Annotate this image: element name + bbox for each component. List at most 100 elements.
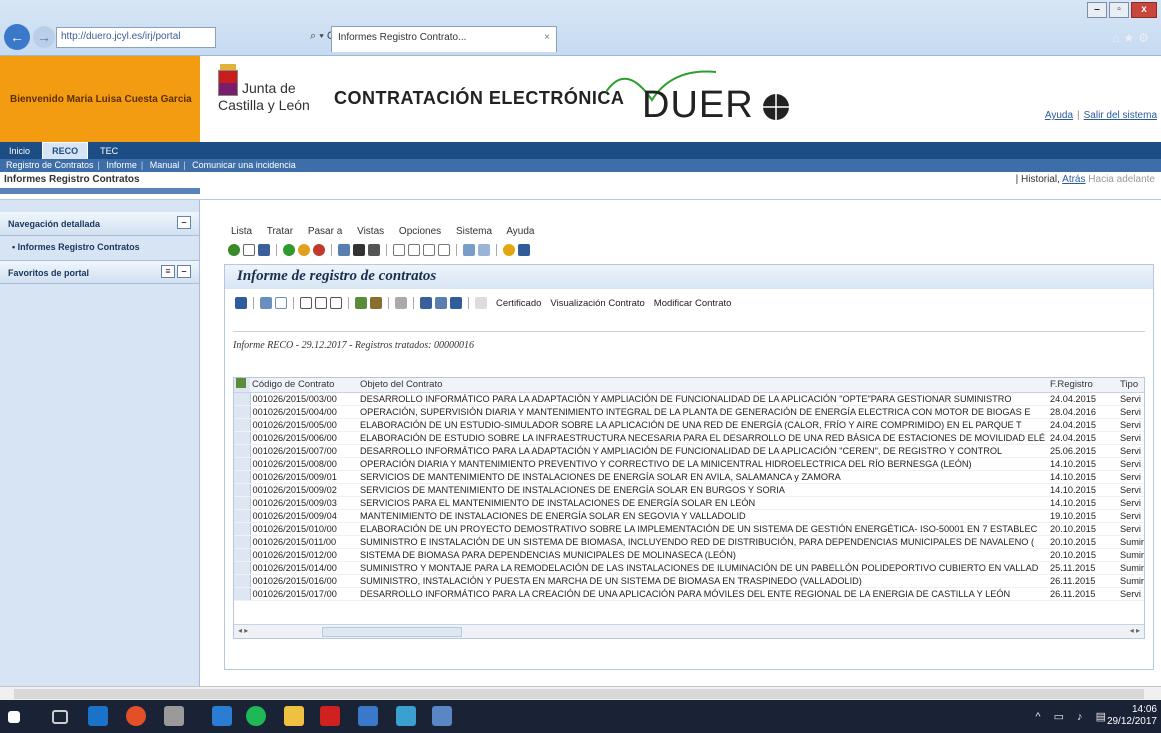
calculator-icon[interactable]	[164, 706, 184, 726]
last-page-icon[interactable]	[438, 244, 450, 256]
help-icon[interactable]	[503, 244, 515, 256]
modificar-button[interactable]: Modificar Contrato	[654, 298, 732, 309]
certificate-icon[interactable]	[475, 297, 487, 309]
col-codigo[interactable]: Código de Contrato	[250, 378, 358, 393]
subnav-manual[interactable]: Manual	[150, 160, 180, 170]
table-row[interactable]: 001026/2015/009/01 SERVICIOS DE MANTENIMI…	[234, 470, 1144, 484]
row-selector[interactable]	[234, 418, 251, 432]
table-row[interactable]: 001026/2015/005/00 ELABORACIÓN DE UN ESTU…	[234, 418, 1144, 432]
table-row[interactable]: 001026/2015/009/02 SERVICIOS DE MANTENIMI…	[234, 483, 1144, 497]
windows-start-icon[interactable]	[8, 711, 20, 723]
horizontal-scrollbar[interactable]: ◂ ▸ ◂ ▸	[234, 624, 1144, 638]
row-selector[interactable]	[234, 509, 251, 523]
task-view-icon[interactable]	[52, 710, 68, 724]
ie-icon[interactable]	[88, 706, 108, 726]
export-icon[interactable]	[420, 297, 432, 309]
visualizacion-button[interactable]: Visualización Contrato	[550, 298, 644, 309]
row-selector[interactable]	[234, 522, 251, 536]
back-icon[interactable]: ←	[4, 24, 30, 50]
layout-save-icon[interactable]	[450, 297, 462, 309]
cancel-icon[interactable]	[313, 244, 325, 256]
menu-tratar[interactable]: Tratar	[267, 226, 293, 237]
row-selector[interactable]	[234, 392, 251, 406]
subtotal-icon[interactable]	[370, 297, 382, 309]
spotify-icon[interactable]	[246, 706, 266, 726]
table-row[interactable]: 001026/2015/011/00 SUMINISTRO E INSTALACI…	[234, 535, 1144, 549]
table-row[interactable]: 001026/2015/003/00 DESARROLLO INFORMÁTICO…	[234, 392, 1144, 406]
table-row[interactable]: 001026/2015/007/00 DESARROLLO INFORMÁTICO…	[234, 444, 1144, 458]
check-icon[interactable]	[228, 244, 240, 256]
sidebar-item-informes[interactable]: • Informes Registro Contratos	[0, 237, 199, 257]
app2-icon[interactable]	[396, 706, 416, 726]
row-selector[interactable]	[234, 431, 251, 445]
collapse-icon[interactable]: –	[177, 265, 191, 278]
col-fregistro[interactable]: F.Registro	[1048, 378, 1118, 393]
tab-reco[interactable]: RECO	[42, 142, 89, 159]
back-green-icon[interactable]	[283, 244, 295, 256]
page-scroll-thumb[interactable]	[14, 689, 1144, 699]
clock[interactable]: 14:06 29/12/2017	[1107, 704, 1157, 728]
table-row[interactable]: 001026/2015/006/00 ELABORACIÓN DE ESTUDIO…	[234, 431, 1144, 445]
table-row[interactable]: 001026/2015/014/00 SUMINISTRO Y MONTAJE P…	[234, 561, 1144, 575]
save-icon[interactable]	[258, 244, 270, 256]
row-selector[interactable]	[234, 574, 251, 588]
prev-page-icon[interactable]	[408, 244, 420, 256]
detailed-nav-header[interactable]: Navegación detallada –	[0, 212, 199, 236]
menu-vistas[interactable]: Vistas	[357, 226, 384, 237]
select-all-cell[interactable]	[234, 378, 250, 393]
menu-ayuda[interactable]: Ayuda	[506, 226, 534, 237]
collapse-icon[interactable]: –	[177, 216, 191, 229]
row-selector[interactable]	[234, 444, 251, 458]
system-tray[interactable]: ^ ▭ ♪ ▤	[1035, 710, 1111, 723]
explorer-icon[interactable]	[284, 706, 304, 726]
tab-close-icon[interactable]: ×	[544, 32, 550, 43]
filter-icon[interactable]	[315, 297, 327, 309]
menu-opciones[interactable]: Opciones	[399, 226, 441, 237]
next-page-icon[interactable]	[423, 244, 435, 256]
collapse-bar[interactable]	[0, 188, 200, 194]
row-selector[interactable]	[234, 548, 251, 562]
col-objeto[interactable]: Objeto del Contrato	[358, 378, 1048, 393]
menu-lista[interactable]: Lista	[231, 226, 252, 237]
subnav-incidencia[interactable]: Comunicar una incidencia	[192, 160, 296, 170]
address-bar[interactable]: http://duero.jcyl.es/irj/portal	[56, 27, 216, 48]
play-icon[interactable]	[243, 244, 255, 256]
forward-icon[interactable]: →	[33, 26, 55, 48]
table-row[interactable]: 001026/2015/017/00 DESARROLLO INFORMÁTICO…	[234, 587, 1144, 601]
table-row[interactable]: 001026/2015/008/00 OPERACIÓN DIARIA Y MAN…	[234, 457, 1144, 471]
menu-sistema[interactable]: Sistema	[456, 226, 492, 237]
subnav-informe[interactable]: Informe	[106, 160, 137, 170]
table-row[interactable]: 001026/2015/012/00 SISTEMA DE BIOMASA PAR…	[234, 548, 1144, 562]
row-selector[interactable]	[234, 470, 251, 484]
row-selector[interactable]	[234, 405, 251, 419]
word-icon[interactable]	[212, 706, 232, 726]
pdf-icon[interactable]	[320, 706, 340, 726]
row-selector[interactable]	[234, 483, 251, 497]
favorites-header[interactable]: Favoritos de portal ≡ –	[0, 260, 199, 284]
maximize-button[interactable]: ▫	[1109, 2, 1129, 18]
history-link[interactable]: Historial	[1021, 174, 1057, 185]
select-all-icon[interactable]	[260, 297, 272, 309]
row-selector[interactable]	[234, 587, 251, 601]
layout-icon[interactable]	[478, 244, 490, 256]
exit-icon[interactable]	[298, 244, 310, 256]
tab-inicio[interactable]: Inicio	[0, 143, 39, 160]
page-scrollbar[interactable]	[0, 686, 1161, 700]
row-selector[interactable]	[234, 561, 251, 575]
logout-link[interactable]: Salir del sistema	[1084, 110, 1157, 121]
minimize-button[interactable]: –	[1087, 2, 1107, 18]
sort-asc-icon[interactable]	[300, 297, 312, 309]
deselect-icon[interactable]	[275, 297, 287, 309]
row-selector[interactable]	[234, 457, 251, 471]
print-preview-icon[interactable]	[395, 297, 407, 309]
help-link[interactable]: Ayuda	[1045, 110, 1073, 121]
find-next-icon[interactable]	[368, 244, 380, 256]
sum-icon[interactable]	[355, 297, 367, 309]
row-selector[interactable]	[234, 496, 251, 510]
row-selector[interactable]	[234, 535, 251, 549]
certificado-button[interactable]: Certificado	[496, 298, 541, 309]
table-row[interactable]: 001026/2015/010/00 ELABORACIÓN DE UN PROY…	[234, 522, 1144, 536]
close-button[interactable]: x	[1131, 2, 1157, 18]
browser-tab[interactable]: Informes Registro Contrato... ×	[331, 26, 557, 52]
tab-tec[interactable]: TEC	[91, 143, 127, 160]
